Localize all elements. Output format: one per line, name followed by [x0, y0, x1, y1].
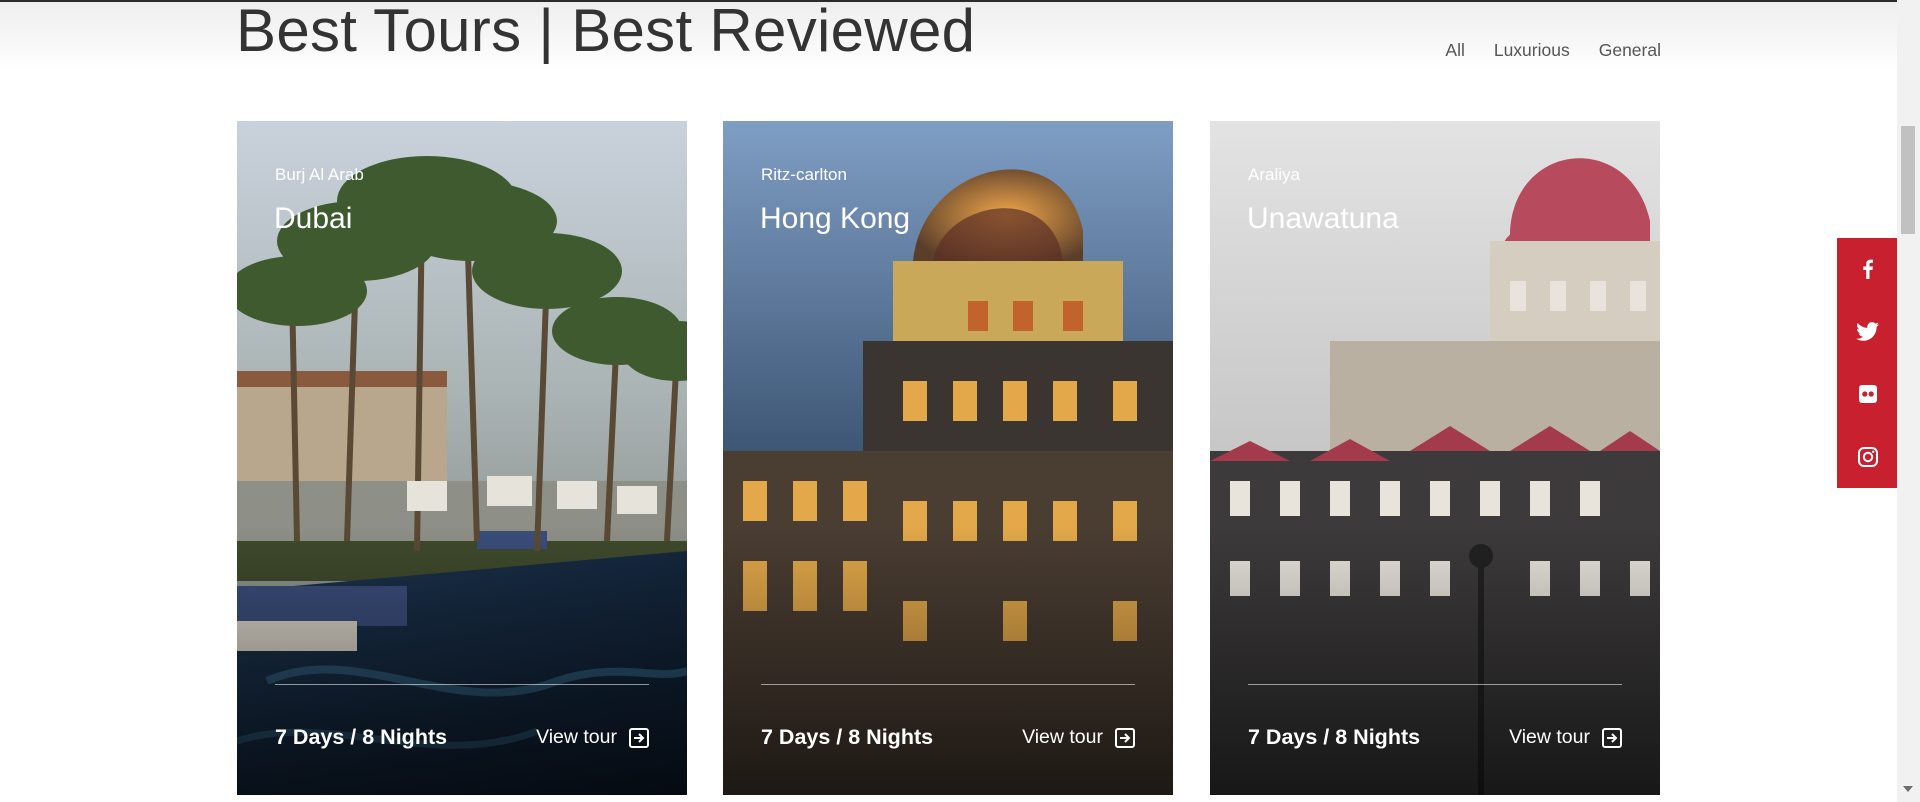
card-title: Hong Kong	[760, 202, 911, 235]
card-duration: 7 Days / 8 Nights	[275, 725, 448, 749]
view-tour-label: View tour	[536, 726, 617, 748]
view-tour-link[interactable]: View tour	[1509, 726, 1622, 749]
view-tour-link[interactable]: View tour	[1022, 726, 1135, 749]
section-title: Best Tours | Best Reviewed	[236, 0, 976, 64]
tour-card-hong-kong[interactable]: Ritz-carlton Hong Kong 7 Days / 8 Nights…	[723, 121, 1173, 795]
card-title: Unawatuna	[1247, 202, 1399, 235]
card-duration: 7 Days / 8 Nights	[1248, 725, 1421, 749]
view-tour-label: View tour	[1509, 726, 1590, 748]
arrow-right-box-icon	[629, 727, 649, 748]
card-subtitle: Ritz-carlton	[761, 165, 847, 184]
facebook-icon[interactable]	[1837, 238, 1898, 301]
page-scrollbar[interactable]	[1897, 0, 1920, 802]
card-subtitle: Burj Al Arab	[275, 165, 364, 184]
social-sidebar	[1837, 238, 1898, 488]
tour-card-unawatuna[interactable]: Araliya Unawatuna 7 Days / 8 Nights View…	[1210, 121, 1660, 795]
card-divider	[275, 684, 649, 685]
scrollbar-thumb[interactable]	[1901, 126, 1915, 234]
view-tour-label: View tour	[1022, 726, 1103, 748]
instagram-icon[interactable]	[1837, 426, 1898, 489]
scroll-down-arrow-icon[interactable]	[1903, 786, 1913, 792]
tour-card-dubai[interactable]: Burj Al Arab Dubai 7 Days / 8 Nights Vie…	[237, 121, 687, 795]
filter-general[interactable]: General	[1599, 40, 1661, 61]
filter-all[interactable]: All	[1445, 40, 1464, 61]
view-tour-link[interactable]: View tour	[536, 726, 649, 749]
card-duration: 7 Days / 8 Nights	[761, 725, 934, 749]
flickr-icon[interactable]	[1837, 363, 1898, 426]
filter-luxurious[interactable]: Luxurious	[1494, 40, 1570, 61]
filter-tabs: All Luxurious General	[1445, 40, 1661, 61]
twitter-icon[interactable]	[1837, 301, 1898, 364]
card-subtitle: Araliya	[1248, 165, 1300, 184]
card-divider	[1248, 684, 1622, 685]
arrow-right-box-icon	[1115, 727, 1135, 748]
arrow-right-box-icon	[1602, 727, 1622, 748]
card-title: Dubai	[274, 202, 353, 235]
card-divider	[761, 684, 1135, 685]
